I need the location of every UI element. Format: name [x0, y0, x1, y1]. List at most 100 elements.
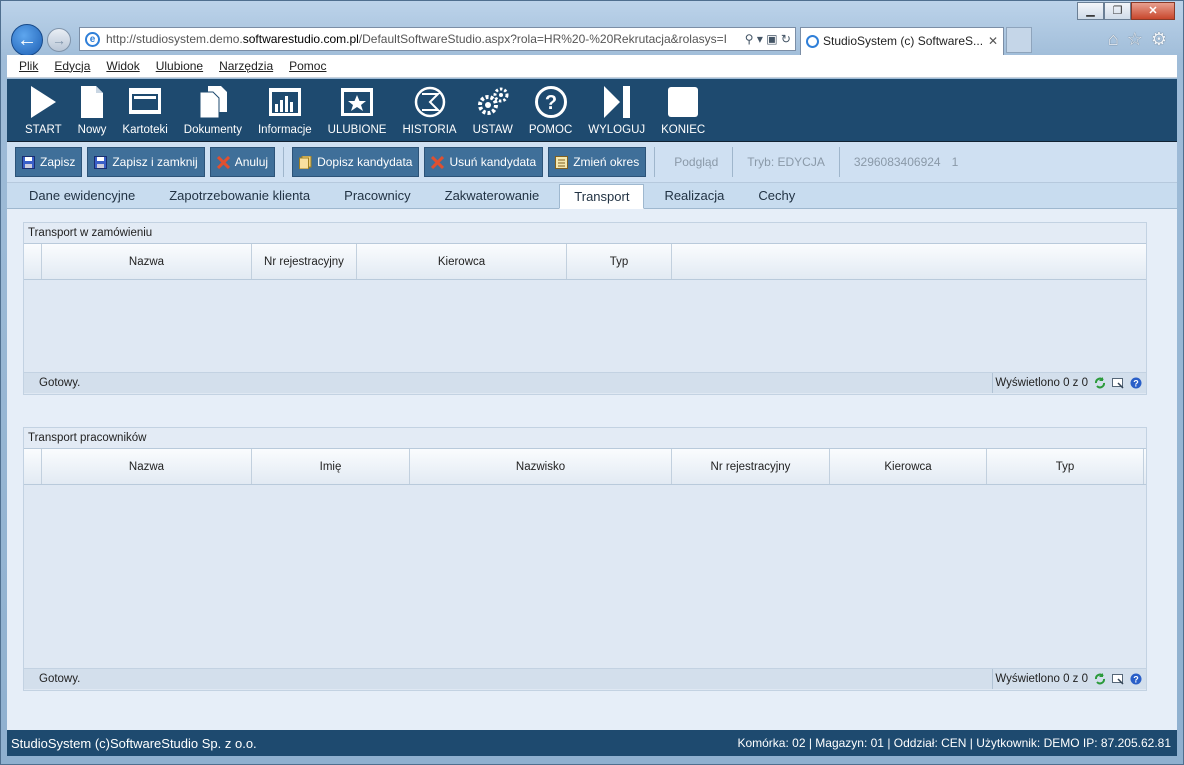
add-candidate-button[interactable]: Dopisz kandydata [292, 147, 420, 177]
grid-footer-tools: Wyświetlono 0 z 0 ? [992, 669, 1146, 689]
floppy-icon [22, 155, 35, 169]
toolbar-ustaw[interactable]: USTAW [465, 79, 521, 141]
column-header[interactable]: Nazwisko [410, 449, 672, 484]
column-header[interactable]: Nr rejestracyjny [252, 244, 357, 279]
grid-footer-tools: Wyświetlono 0 z 0 ? [992, 373, 1146, 393]
tab-content: Transport w zamówieniu Nazwa Nr rejestra… [7, 210, 1177, 756]
toolbar-ulubione[interactable]: ULUBIONE [320, 79, 395, 141]
menu-edycja[interactable]: Edycja [54, 59, 90, 73]
grid-footer: Gotowy. Wyświetlono 0 z 0 ? [24, 668, 1146, 689]
menu-narzedzia[interactable]: Narzędzia [219, 59, 273, 73]
refresh-icon[interactable] [1094, 377, 1106, 389]
url-rest: /DefaultSoftwareStudio.aspx?rola=HR%20-%… [358, 32, 727, 46]
save-button[interactable]: Zapisz [15, 147, 83, 177]
grid-status: Gotowy. [39, 377, 81, 389]
tab-zakwaterowanie[interactable]: Zakwaterowanie [431, 184, 554, 208]
minimize-button[interactable]: ▁ [1077, 2, 1104, 20]
toolbar-label: WYLOGUJ [588, 124, 646, 136]
ie-icon: e [85, 32, 100, 47]
change-period-button[interactable]: Zmień okres [548, 147, 647, 177]
column-header[interactable]: Nr rejestracyjny [672, 449, 830, 484]
tab-zapotrzebowanie-klienta[interactable]: Zapotrzebowanie klienta [155, 184, 324, 208]
toolbar-label: ULUBIONE [327, 124, 387, 136]
column-header[interactable]: Kierowca [357, 244, 567, 279]
toolbar-start[interactable]: START [17, 79, 70, 141]
toolbar-wyloguj[interactable]: WYLOGUJ [580, 79, 653, 141]
column-header[interactable]: Kierowca [830, 449, 987, 484]
column-header[interactable]: Nazwa [42, 449, 252, 484]
record-count: Wyświetlono 0 z 0 [992, 669, 1088, 689]
menu-widok[interactable]: Widok [106, 59, 139, 73]
favorites-star-icon[interactable]: ☆ [1127, 29, 1143, 50]
column-header[interactable]: Typ [567, 244, 672, 279]
grid-header: Nazwa Imię Nazwisko Nr rejestracyjny Kie… [24, 448, 1146, 485]
browser-right-icons: ⌂ ☆ ⚙ [1108, 29, 1167, 50]
preview-button[interactable]: Podgląd [663, 155, 724, 169]
toolbar-pomoc[interactable]: ? POMOC [521, 79, 580, 141]
tab-realizacja[interactable]: Realizacja [650, 184, 738, 208]
toolbar-nowy[interactable]: Nowy [70, 79, 115, 141]
export-icon[interactable] [1112, 377, 1124, 389]
tab-dane-ewidencyjne[interactable]: Dane ewidencyjne [15, 184, 149, 208]
toolbar-label: Kartoteki [122, 124, 168, 136]
window-controls: ▁ ❐ ✕ [1077, 2, 1175, 20]
address-tools[interactable]: ⚲ ▾ ▣ ↻ [740, 28, 791, 50]
maximize-button[interactable]: ❐ [1104, 2, 1131, 20]
row-selector-header[interactable] [24, 244, 42, 279]
help-icon[interactable]: ? [1130, 377, 1142, 389]
change-period-label: Zmień okres [573, 155, 640, 169]
menu-plik[interactable]: Plik [19, 59, 38, 73]
empty-header [672, 244, 1146, 279]
menu-ulubione[interactable]: Ulubione [156, 59, 203, 73]
tab-transport[interactable]: Transport [559, 184, 645, 209]
column-header[interactable]: Nazwa [42, 244, 252, 279]
toolbar-koniec[interactable]: KONIEC [653, 79, 713, 141]
save-label: Zapisz [40, 155, 76, 169]
record-count: Wyświetlono 0 z 0 [992, 373, 1088, 393]
copyright-text: StudioSystem (c)SoftwareStudio Sp. z o.o… [11, 735, 257, 751]
close-window-button[interactable]: ✕ [1131, 2, 1175, 20]
grid-body[interactable] [24, 280, 1146, 372]
new-tab-button[interactable] [1006, 27, 1032, 53]
gears-icon [475, 82, 511, 122]
toolbar-kartoteki[interactable]: Kartoteki [114, 79, 175, 141]
add-candidate-label: Dopisz kandydata [317, 155, 413, 169]
chart-icon [268, 82, 302, 122]
home-icon[interactable]: ⌂ [1108, 29, 1119, 50]
browser-window: ▁ ❐ ✕ ← → e http://studiosystem.demo.sof… [0, 0, 1184, 765]
action-separator [732, 147, 734, 177]
refresh-icon[interactable] [1094, 673, 1106, 685]
action-separator [654, 147, 656, 177]
column-header[interactable]: Imię [252, 449, 410, 484]
menu-pomoc[interactable]: Pomoc [289, 59, 326, 73]
column-header[interactable]: Typ [987, 449, 1144, 484]
panel-title: Transport pracowników [24, 428, 1146, 448]
cancel-label: Anuluj [234, 155, 269, 169]
tab-favicon [806, 35, 819, 48]
tab-pracownicy[interactable]: Pracownicy [330, 184, 424, 208]
toolbar-label: Nowy [77, 124, 107, 136]
toolbar-historia[interactable]: HISTORIA [394, 79, 464, 141]
star-icon [340, 82, 374, 122]
save-close-button[interactable]: Zapisz i zamknij [87, 147, 205, 177]
employee-transport-panel: Transport pracowników Nazwa Imię Nazwisk… [23, 427, 1147, 691]
row-selector-header[interactable] [24, 449, 42, 484]
close-tab-icon[interactable]: ✕ [988, 28, 998, 54]
back-button[interactable]: ← [11, 24, 43, 56]
toolbar-label: START [25, 124, 62, 136]
save-close-label: Zapisz i zamknij [112, 155, 198, 169]
export-icon[interactable] [1112, 673, 1124, 685]
tab-cechy[interactable]: Cechy [744, 184, 809, 208]
record-number: 1 [951, 155, 959, 169]
grid-body[interactable] [24, 485, 1146, 668]
help-icon[interactable]: ? [1130, 673, 1142, 685]
settings-gear-icon[interactable]: ⚙ [1151, 29, 1167, 50]
toolbar-informacje[interactable]: Informacje [250, 79, 320, 141]
browser-tab[interactable]: StudioSystem (c) SoftwareS... ✕ [800, 27, 1004, 55]
toolbar-dokumenty[interactable]: Dokumenty [176, 79, 250, 141]
cancel-button[interactable]: Anuluj [209, 147, 276, 177]
forward-button[interactable]: → [47, 28, 71, 52]
remove-candidate-button[interactable]: Usuń kandydata [424, 147, 544, 177]
address-bar[interactable]: e http://studiosystem.demo.softwarestudi… [79, 27, 796, 51]
play-icon [28, 82, 58, 122]
